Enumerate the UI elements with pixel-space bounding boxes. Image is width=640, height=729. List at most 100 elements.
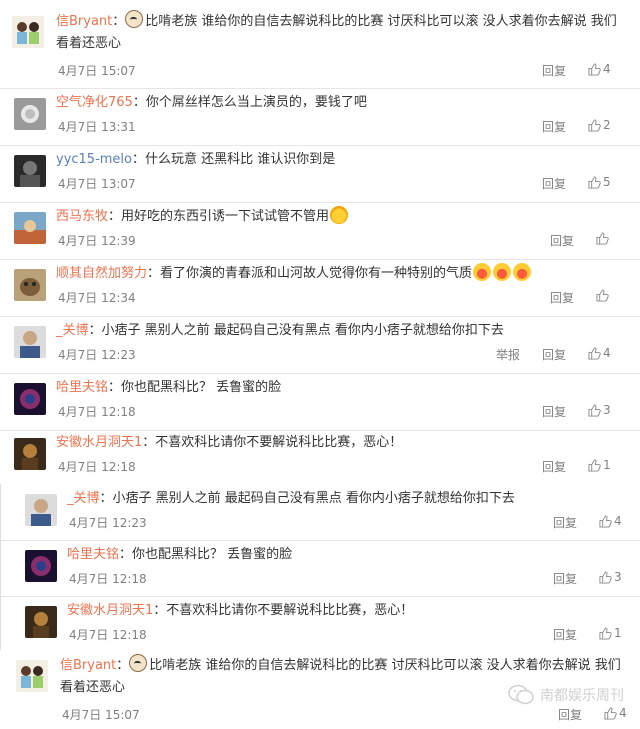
wechat-logo-icon — [508, 684, 534, 705]
comment-time: 4月7日 13:07 — [58, 177, 136, 191]
thumbs-up-icon — [588, 458, 601, 472]
username-link[interactable]: 信Bryant — [60, 658, 116, 673]
comment-time: 4月7日 12:23 — [58, 348, 136, 362]
avatar[interactable] — [14, 98, 46, 130]
comment-text: 安徽水月洞天1：不喜欢科比请你不要解说科比比赛，恶心！ — [56, 435, 403, 450]
like-button[interactable]: 3 — [588, 403, 611, 417]
comment-time: 4月7日 12:18 — [69, 628, 147, 642]
thumbs-up-icon — [599, 626, 612, 640]
comment-time: 4月7日 12:18 — [58, 405, 136, 419]
avatar[interactable] — [14, 383, 46, 415]
avatar[interactable] — [14, 269, 46, 301]
like-button[interactable]: 1 — [599, 626, 622, 640]
like-button[interactable]: 2 — [588, 118, 611, 132]
like-button[interactable]: 4 — [588, 346, 611, 360]
like-button[interactable]: 4 — [599, 514, 622, 528]
comment-item: 西马东牧：用好吃的东西引诱一下试试管不管用 4月7日 12:39 回复 — [0, 202, 640, 260]
username-link[interactable]: _关博 — [56, 323, 89, 338]
comment-item: 哈里夫铭：你也配黑科比？ 丢鲁蜜的脸 4月7日 12:18 回复 3 — [1, 540, 640, 597]
comment-text: 哈里夫铭：你也配黑科比？ 丢鲁蜜的脸 — [56, 380, 282, 395]
comment-item: 安徽水月洞天1：不喜欢科比请你不要解说科比比赛，恶心！ 4月7日 12:18 回… — [1, 596, 640, 650]
comment-text: 空气净化765：你个屌丝样怎么当上演员的，要钱了吧 — [56, 95, 367, 110]
smiley-emoji-icon — [330, 206, 349, 224]
comment-item: 空气净化765：你个屌丝样怎么当上演员的，要钱了吧 4月7日 13:31 回复 … — [0, 88, 640, 146]
comment-time: 4月7日 15:07 — [62, 708, 140, 722]
reply-button[interactable]: 回复 — [553, 626, 577, 643]
heart-eyes-emoji-icon — [493, 263, 512, 281]
comment-time: 4月7日 12:23 — [69, 516, 147, 530]
comment-text: 西马东牧：用好吃的东西引诱一下试试管不管用 — [56, 206, 626, 228]
avatar[interactable] — [25, 550, 57, 582]
username-link[interactable]: 哈里夫铭 — [67, 547, 119, 562]
avatar[interactable] — [12, 16, 44, 48]
reply-button[interactable]: 回复 — [550, 289, 574, 306]
comment-item: 安徽水月洞天1：不喜欢科比请你不要解说科比比赛，恶心！ 4月7日 12:18 回… — [0, 430, 640, 480]
like-button[interactable] — [596, 289, 611, 302]
username-link[interactable]: 信Bryant — [56, 14, 112, 29]
username-link[interactable]: 安徽水月洞天1 — [67, 603, 153, 618]
comment-item: 哈里夫铭：你也配黑科比？ 丢鲁蜜的脸 4月7日 12:18 回复 3 — [0, 373, 640, 431]
avatar[interactable] — [14, 212, 46, 244]
comment-screenshot-2: _关博：小痞子 黑别人之前 最起码自己没有黑点 看你内小痞子就想给你扣下去 4月… — [0, 484, 640, 650]
reply-button[interactable]: 回复 — [550, 232, 574, 249]
username-link[interactable]: 哈里夫铭 — [56, 380, 108, 395]
thumbs-up-icon — [599, 514, 612, 528]
comment-screenshot-1: 信Bryant： 比啃老族 谁给你的自信去解说科比的比赛 讨厌科比可以滚 没人求着… — [0, 0, 640, 480]
avatar[interactable] — [16, 660, 48, 692]
comment-time: 4月7日 12:39 — [58, 234, 136, 248]
comment-item: 信Bryant： 比啃老族 谁给你的自信去解说科比的比赛 讨厌科比可以滚 没人求着… — [0, 0, 640, 89]
comment-time: 4月7日 15:07 — [58, 64, 136, 78]
comment-text: 顺其自然加努力：看了你演的青春派和山河故人觉得你有一种特别的气质 — [56, 263, 626, 285]
reply-button[interactable]: 回复 — [542, 62, 566, 79]
comment-text: 安徽水月洞天1：不喜欢科比请你不要解说科比比赛，恶心！ — [67, 603, 414, 618]
heart-eyes-emoji-icon — [513, 263, 532, 281]
like-button[interactable]: 1 — [588, 458, 611, 472]
reply-button[interactable]: 回复 — [542, 118, 566, 135]
comment-text: _关博：小痞子 黑别人之前 最起码自己没有黑点 看你内小痞子就想给你扣下去 — [67, 491, 515, 506]
comment-item: yyc15-melo：什么玩意 还黑科比 谁认识你到是 4月7日 13:07 回… — [0, 145, 640, 203]
like-button[interactable]: 4 — [588, 62, 611, 76]
like-button[interactable]: 4 — [604, 706, 627, 720]
avatar[interactable] — [14, 326, 46, 358]
thumbs-up-icon — [588, 118, 601, 132]
avatar[interactable] — [14, 438, 46, 470]
reply-button[interactable]: 回复 — [542, 403, 566, 420]
like-button[interactable]: 5 — [588, 175, 611, 189]
comment-time: 4月7日 12:18 — [58, 460, 136, 474]
username-link[interactable]: 空气净化765 — [56, 95, 133, 110]
username-link[interactable]: 安徽水月洞天1 — [56, 435, 142, 450]
heart-eyes-emoji-icon — [473, 263, 492, 281]
reply-button[interactable]: 回复 — [542, 346, 566, 363]
comment-text: 哈里夫铭：你也配黑科比？ 丢鲁蜜的脸 — [67, 547, 293, 562]
comment-time: 4月7日 13:31 — [58, 120, 136, 134]
reply-button[interactable]: 回复 — [553, 514, 577, 531]
username-link[interactable]: 西马东牧 — [56, 209, 108, 224]
reply-button[interactable]: 回复 — [558, 706, 582, 723]
dog-emoji-icon — [125, 10, 144, 28]
dog-emoji-icon — [129, 654, 148, 672]
username-link[interactable]: yyc15-melo — [56, 152, 132, 167]
comment-time: 4月7日 12:34 — [58, 291, 136, 305]
username-link[interactable]: _关博 — [67, 491, 100, 506]
report-button[interactable]: 举报 — [496, 346, 520, 363]
thumbs-up-icon — [588, 175, 601, 189]
watermark: 南都娱乐周刊 — [508, 684, 624, 706]
like-button[interactable] — [596, 232, 611, 245]
thumbs-up-icon — [604, 706, 617, 720]
comment-item: 顺其自然加努力：看了你演的青春派和山河故人觉得你有一种特别的气质 4月7日 12… — [0, 259, 640, 317]
username-link[interactable]: 顺其自然加努力 — [56, 266, 147, 281]
thumbs-up-icon — [596, 232, 609, 245]
avatar[interactable] — [25, 606, 57, 638]
reply-button[interactable]: 回复 — [542, 175, 566, 192]
avatar[interactable] — [25, 494, 57, 526]
thumbs-up-icon — [596, 289, 609, 302]
thumbs-up-icon — [588, 346, 601, 360]
comment-time: 4月7日 12:18 — [69, 572, 147, 586]
avatar[interactable] — [14, 155, 46, 187]
like-button[interactable]: 3 — [599, 570, 622, 584]
thumbs-up-icon — [588, 62, 601, 76]
comment-text: 信Bryant： 比啃老族 谁给你的自信去解说科比的比赛 讨厌科比可以滚 没人求着… — [56, 10, 626, 55]
reply-button[interactable]: 回复 — [542, 458, 566, 475]
reply-button[interactable]: 回复 — [553, 570, 577, 587]
comment-item: _关博：小痞子 黑别人之前 最起码自己没有黑点 看你内小痞子就想给你扣下去 4月… — [0, 316, 640, 374]
